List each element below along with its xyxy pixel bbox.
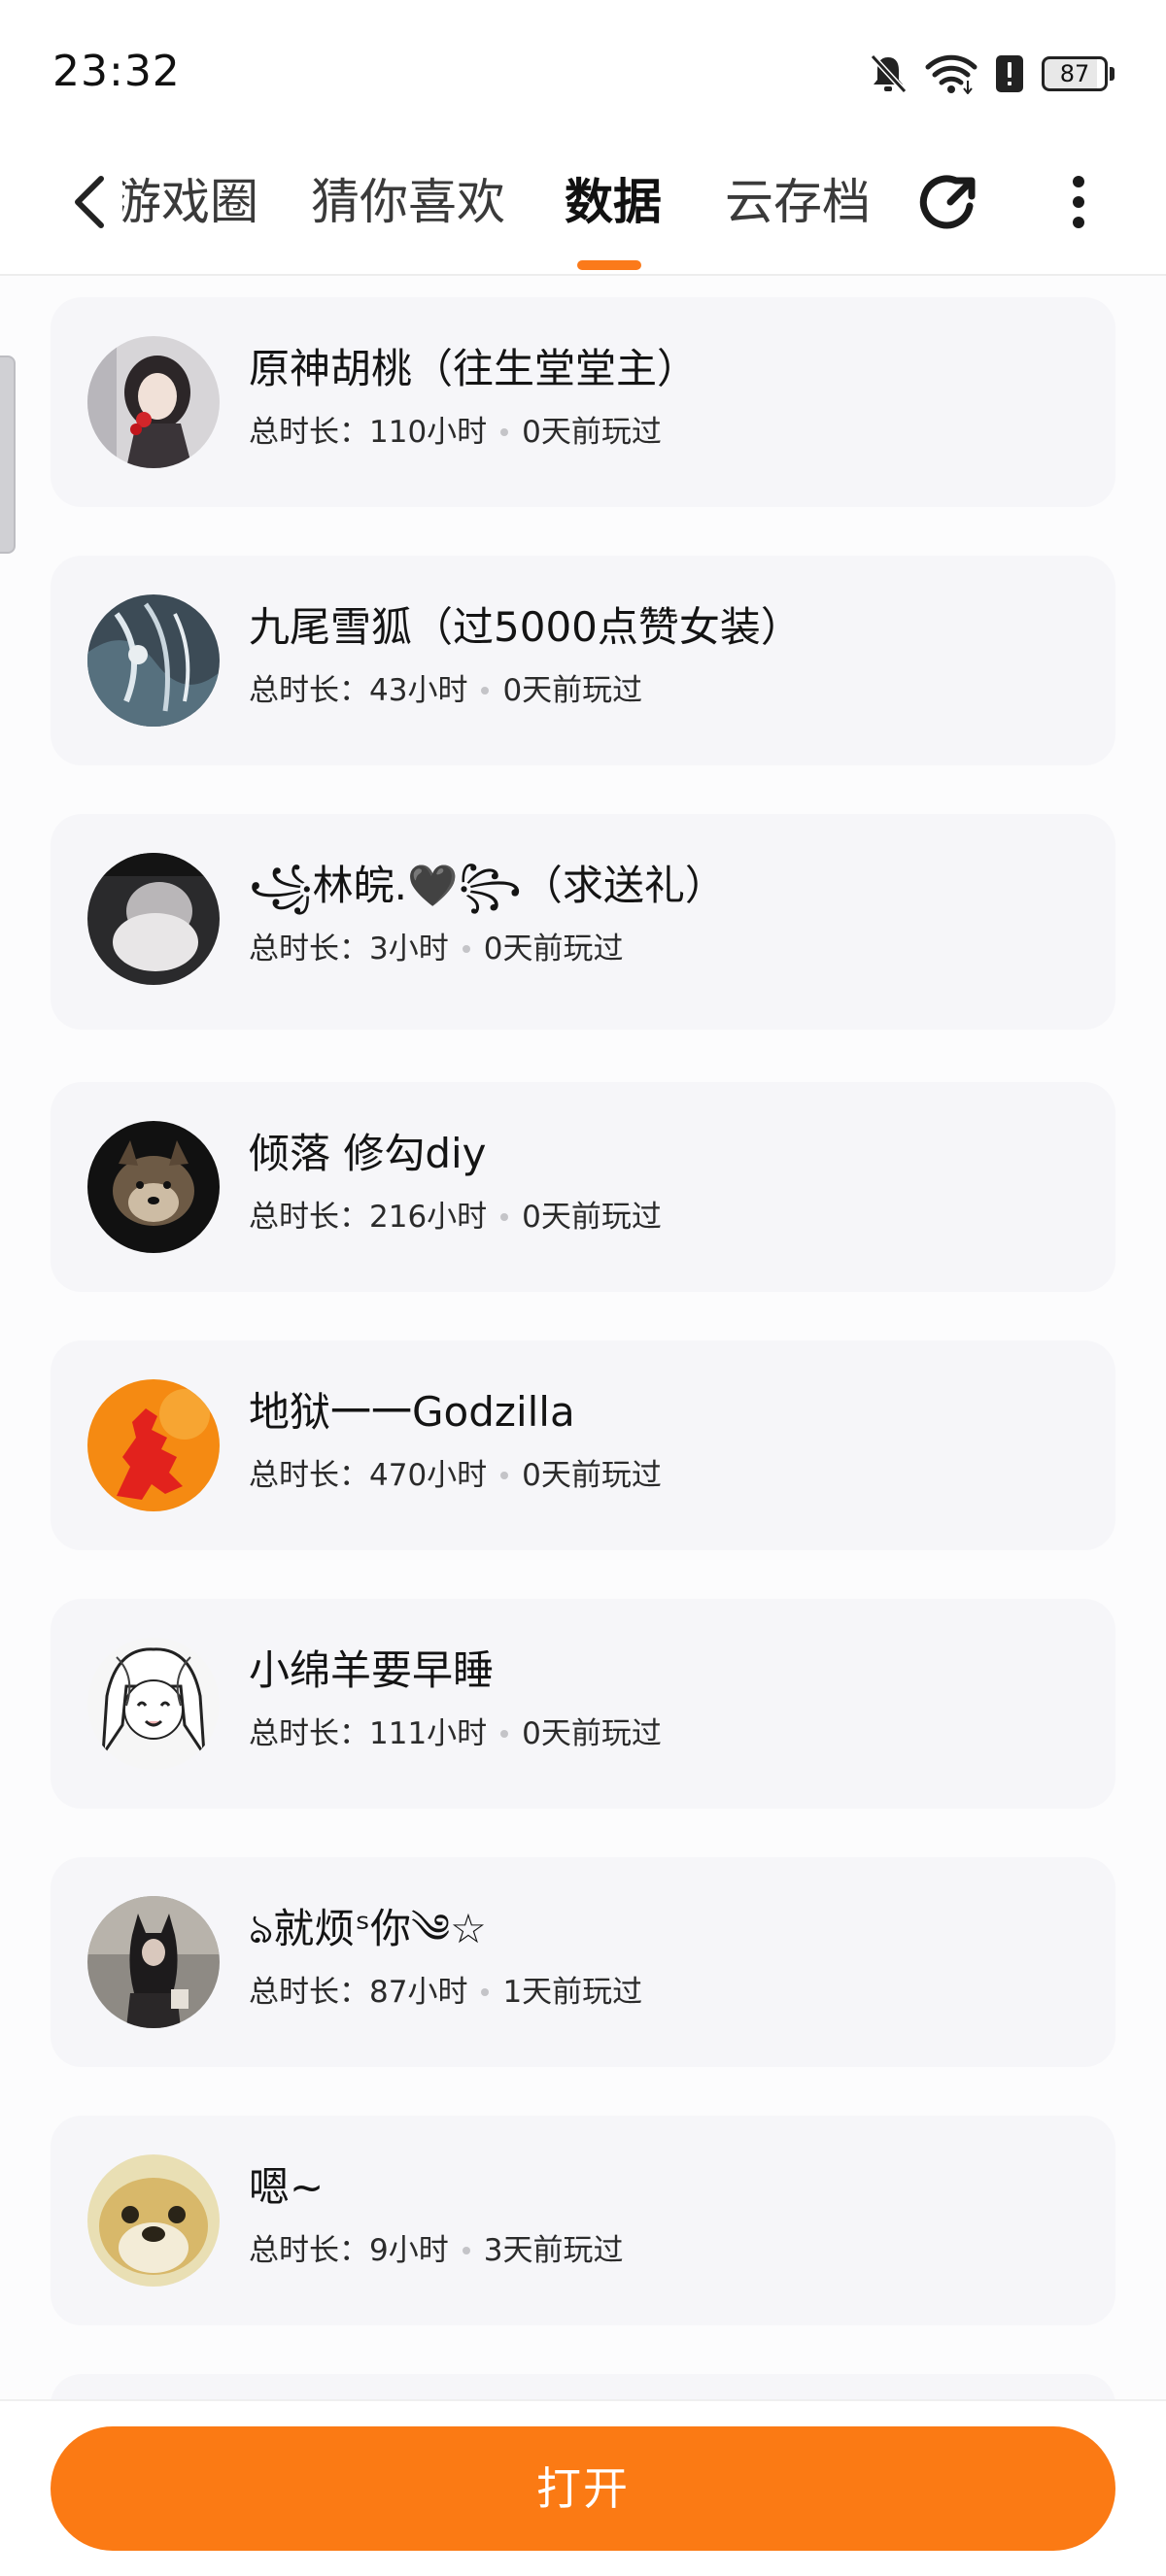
last-played: 0天前玩过 [483,932,624,966]
last-played: 0天前玩过 [502,673,643,708]
total-duration: 总时长：110小时 [249,415,488,450]
player-stats: 总时长：110小时 0天前玩过 [249,412,662,453]
status-bar: 23:32 87 [0,0,1166,146]
player-stats: 总时长：216小时 0天前玩过 [249,1197,662,1237]
last-played: 0天前玩过 [522,1716,662,1751]
total-duration: 总时长：3小时 [249,932,449,966]
tab-data[interactable]: 数据 [565,171,662,233]
player-card[interactable]: ꧁林皖.🖤꧂（求送礼） 总时长：3小时 0天前玩过 [51,814,1115,1030]
scroll-handle[interactable] [0,356,16,554]
battery-icon: 87 [1042,55,1115,92]
status-icons: 87 [869,47,1115,101]
tab-cloud-save[interactable]: 云存档 [725,171,871,233]
separator-dot [462,2247,470,2254]
bell-muted-icon [869,52,908,95]
player-name: 嗯~ [249,2163,325,2211]
player-stats: 总时长：470小时 0天前玩过 [249,1455,662,1496]
player-avatar [87,1379,220,1511]
battery-level: 87 [1042,56,1108,91]
more-vertical-icon [1071,174,1086,234]
player-avatar [87,1121,220,1253]
more-button[interactable] [1049,169,1108,239]
player-name: ঌ就烦ˢ你༄☆ [249,1905,487,1952]
player-stats: 总时长：3小时 0天前玩过 [249,929,623,969]
last-played: 0天前玩过 [522,415,662,450]
share-icon [919,169,985,239]
separator-dot [500,1472,509,1479]
top-navigation: 游戏圈 猜你喜欢 数据 云存档 [0,146,1166,276]
share-button[interactable] [917,169,987,239]
total-duration: 总时长：43小时 [249,673,468,708]
alert-icon [995,54,1024,93]
player-avatar [87,336,220,468]
player-list[interactable]: 原神胡桃（往生堂堂主） 总时长：110小时 0天前玩过 九尾雪狐（过5000点赞… [0,276,1166,2399]
player-name: 九尾雪狐（过5000点赞女装） [249,603,802,651]
player-avatar [87,1638,220,1770]
player-stats: 总时长：87小时 1天前玩过 [249,1972,642,2013]
wifi-icon [925,53,977,94]
last-played: 1天前玩过 [502,1975,643,2010]
player-name: 原神胡桃（往生堂堂主） [249,345,699,392]
separator-dot [500,428,509,436]
status-time: 23:32 [52,47,181,96]
player-stats: 总时长：43小时 0天前玩过 [249,670,642,711]
player-card[interactable]: 地狱一一Godzilla 总时长：470小时 0天前玩过 [51,1340,1115,1550]
total-duration: 总时长：470小时 [249,1458,488,1493]
last-played: 0天前玩过 [522,1458,662,1493]
player-avatar [87,1896,220,2028]
tab-game-circle[interactable]: 游戏圈 [122,171,258,233]
tab-recommendations[interactable]: 猜你喜欢 [311,171,505,233]
total-duration: 总时长：9小时 [249,2233,449,2268]
bottom-action-bar: 打开 [0,2399,1166,2576]
player-card[interactable]: 倾落 修勾diy 总时长：216小时 0天前玩过 [51,1082,1115,1292]
separator-dot [500,1730,509,1738]
player-avatar [87,2154,220,2287]
open-button[interactable]: 打开 [51,2426,1115,2551]
separator-dot [481,687,490,695]
player-card[interactable]: 原神胡桃（往生堂堂主） 总时长：110小时 0天前玩过 [51,297,1115,507]
player-name: 倾落 修勾diy [249,1130,487,1177]
player-name: 小绵羊要早睡 [249,1646,495,1694]
player-name: 地狱一一Godzilla [249,1388,575,1436]
player-card[interactable]: ঌ就烦ˢ你༄☆ 总时长：87小时 1天前玩过 [51,1857,1115,2067]
player-stats: 总时长：111小时 0天前玩过 [249,1713,662,1754]
active-tab-indicator [577,260,641,270]
chevron-left-icon [72,175,107,233]
total-duration: 总时长：87小时 [249,1975,468,2010]
player-stats: 总时长：9小时 3天前玩过 [249,2230,623,2271]
separator-dot [481,1988,490,1996]
back-button[interactable] [60,175,119,233]
player-card[interactable]: 小绵羊要早睡 总时长：111小时 0天前玩过 [51,1599,1115,1809]
total-duration: 总时长：216小时 [249,1200,488,1235]
player-card[interactable]: 嗯~ 总时长：9小时 3天前玩过 [51,2116,1115,2325]
player-card[interactable]: 九尾雪狐（过5000点赞女装） 总时长：43小时 0天前玩过 [51,556,1115,765]
separator-dot [500,1213,509,1221]
player-card-partial[interactable] [51,2374,1115,2399]
player-avatar [87,853,220,985]
player-name: ꧁林皖.🖤꧂（求送礼） [249,862,726,909]
separator-dot [462,945,470,953]
total-duration: 总时长：111小时 [249,1716,488,1751]
last-played: 0天前玩过 [522,1200,662,1235]
tab-bar: 游戏圈 猜你喜欢 数据 云存档 [122,146,890,276]
last-played: 3天前玩过 [483,2233,624,2268]
player-avatar [87,594,220,727]
